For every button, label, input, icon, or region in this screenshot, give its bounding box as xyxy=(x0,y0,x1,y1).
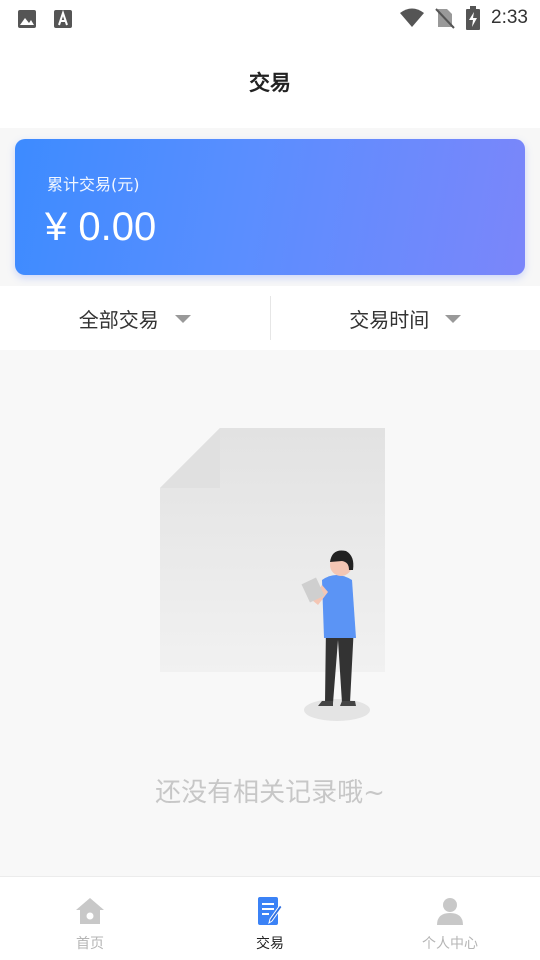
empty-document-person-illustration xyxy=(160,428,385,721)
status-time: 2:33 xyxy=(491,7,528,28)
battery-charging-icon xyxy=(466,6,481,30)
filter-label: 交易时间 xyxy=(349,307,430,332)
nav-label: 首页 xyxy=(76,936,104,952)
caret-down-icon xyxy=(445,315,462,323)
summary-label: 累计交易(元) xyxy=(47,175,140,194)
nav-home[interactable]: 首页 xyxy=(0,877,180,960)
empty-state-message: 还没有相关记录哦~ xyxy=(155,778,385,808)
filter-label: 全部交易 xyxy=(78,307,159,332)
status-bar: 2:33 xyxy=(0,0,540,36)
nav-transactions[interactable]: 交易 xyxy=(180,877,360,960)
filter-transaction-time[interactable]: 交易时间 xyxy=(271,286,540,350)
filter-bar: 全部交易 交易时间 xyxy=(0,286,540,350)
transaction-list-empty: 还没有相关记录哦~ xyxy=(0,350,540,876)
summary-section: 累计交易(元) ¥ 0.00 xyxy=(0,128,540,286)
summary-amount: ¥ 0.00 xyxy=(45,205,157,249)
bottom-nav: 首页 交易 个人中心 xyxy=(0,876,540,960)
caret-down-icon xyxy=(174,315,191,323)
title-bar: 交易 xyxy=(0,36,540,128)
summary-card: 累计交易(元) ¥ 0.00 xyxy=(15,139,525,275)
filter-all-transactions[interactable]: 全部交易 xyxy=(0,286,270,350)
image-icon xyxy=(18,10,36,28)
document-edit-icon xyxy=(258,897,283,925)
page-title: 交易 xyxy=(249,71,291,95)
nav-label: 个人中心 xyxy=(422,936,478,952)
no-sim-icon xyxy=(435,8,455,29)
nav-profile[interactable]: 个人中心 xyxy=(360,877,540,960)
wifi-icon xyxy=(400,8,425,27)
nav-label: 交易 xyxy=(256,936,284,952)
home-icon xyxy=(76,898,104,924)
font-a-icon xyxy=(54,9,72,28)
person-icon xyxy=(437,898,463,925)
